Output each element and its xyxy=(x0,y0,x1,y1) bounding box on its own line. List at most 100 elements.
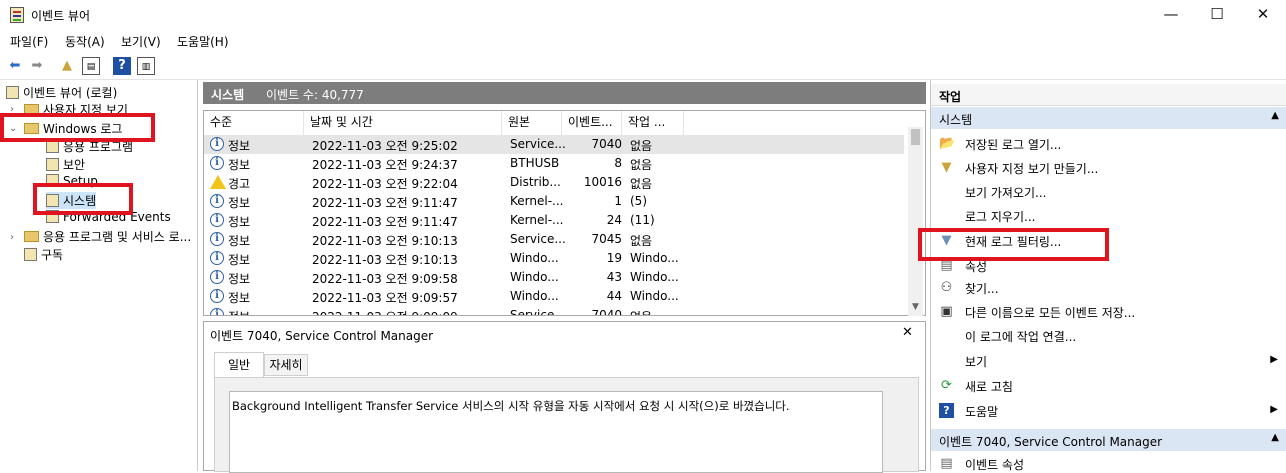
detail-close-icon[interactable]: ✕ xyxy=(902,325,913,340)
action-view[interactable]: 보기 xyxy=(965,353,987,370)
row-task: 없음 xyxy=(630,234,653,248)
table-row[interactable]: i 정보 2022-11-03 오전 9:09:09 Service... 7040 없음 xyxy=(204,306,904,316)
action-refresh[interactable]: 새로 고침 xyxy=(965,378,1013,395)
row-task: (11) xyxy=(630,213,655,227)
table-row[interactable]: i 정보 2022-11-03 오전 9:11:47 Kernel-... 24 (11) xyxy=(204,211,904,230)
toolbar: ⬅ ➡ ▲ ▤ ? ▥ xyxy=(0,52,1286,80)
tab-general[interactable]: 일반 xyxy=(214,352,264,378)
help-icon[interactable]: ? xyxy=(113,57,131,75)
action-attach-task[interactable]: 이 로그에 작업 연결... xyxy=(965,328,1076,345)
action-help[interactable]: 도움말 xyxy=(965,403,998,420)
column-source[interactable]: 원본 xyxy=(502,111,562,135)
table-row[interactable]: i 정보 2022-11-03 오전 9:24:37 BTHUSB 8 없음 xyxy=(204,154,904,173)
show-action-pane-icon[interactable]: ▥ xyxy=(137,57,155,75)
action-clear-log[interactable]: 로그 지우기... xyxy=(965,208,1035,225)
table-row[interactable]: i 정보 2022-11-03 오전 9:11:47 Kernel-... 1 (5) xyxy=(204,192,904,211)
row-source: Kernel-... xyxy=(510,194,564,208)
info-icon: i xyxy=(210,308,224,315)
actions-section-system[interactable]: 시스템 ▲ xyxy=(931,107,1286,129)
tree-item-security[interactable]: 보안 xyxy=(46,156,85,173)
menu-action[interactable]: 동작(A) xyxy=(65,33,105,50)
row-source: Service... xyxy=(510,308,566,316)
action-create-custom-view[interactable]: 사용자 지정 보기 만들기... xyxy=(965,160,1098,177)
menu-help[interactable]: 도움말(H) xyxy=(177,33,229,50)
row-task: 없음 xyxy=(630,308,652,315)
row-date: 2022-11-03 오전 9:09:58 xyxy=(312,272,458,286)
title-bar: 이벤트 뷰어 — ☐ ✕ xyxy=(0,0,1286,30)
info-icon: i xyxy=(210,137,224,151)
action-find[interactable]: 찾기... xyxy=(965,280,999,297)
refresh-icon: ⟳ xyxy=(941,378,952,393)
row-date: 2022-11-03 오전 9:24:37 xyxy=(312,158,458,172)
row-level: 정보 xyxy=(228,196,251,210)
row-source: Windo... xyxy=(510,270,559,284)
action-import-view[interactable]: 보기 가져오기... xyxy=(965,184,1047,201)
back-arrow-icon[interactable]: ⬅ xyxy=(6,57,24,75)
detail-title: 이벤트 7040, Service Control Manager xyxy=(210,329,434,343)
event-message: Background Intelligent Transfer Service … xyxy=(232,399,790,413)
row-source: Windo... xyxy=(510,251,559,265)
event-message-box[interactable]: Background Intelligent Transfer Service … xyxy=(229,391,883,473)
menu-view[interactable]: 보기(V) xyxy=(121,33,161,50)
collapse-icon[interactable]: ▲ xyxy=(1271,432,1279,443)
action-event-properties[interactable]: 이벤트 속성 xyxy=(965,456,1024,473)
row-date: 2022-11-03 오전 9:09:09 xyxy=(312,308,458,315)
table-row[interactable]: 경고 2022-11-03 오전 9:22:04 Distrib... 10016 없음 xyxy=(204,173,904,192)
actions-section-event[interactable]: 이벤트 7040, Service Control Manager ▲ xyxy=(931,429,1286,451)
vertical-scrollbar[interactable]: ▲ ▼ xyxy=(908,127,923,316)
menu-file[interactable]: 파일(F) xyxy=(10,33,48,50)
info-icon: i xyxy=(210,194,224,208)
row-date: 2022-11-03 오전 9:11:47 xyxy=(312,196,458,210)
row-event-id: 44 xyxy=(606,289,622,303)
table-row[interactable]: i 정보 2022-11-03 오전 9:09:58 Windo... 43 Windo.… xyxy=(204,268,904,287)
tree-item-subscriptions[interactable]: 구독 xyxy=(24,246,63,263)
row-event-id: 8 xyxy=(614,156,622,170)
table-row[interactable]: i 정보 2022-11-03 오전 9:09:57 Windo... 44 Windo.… xyxy=(204,287,904,306)
row-source: Service... xyxy=(510,137,566,151)
scroll-thumb[interactable] xyxy=(911,129,920,145)
subscription-icon xyxy=(24,248,37,261)
action-save-all-events[interactable]: 다른 이름으로 모든 이벤트 저장... xyxy=(965,304,1135,321)
menu-bar: 파일(F) 동작(A) 보기(V) 도움말(H) xyxy=(0,30,1286,52)
event-properties-icon: ▤ xyxy=(940,456,953,471)
maximize-button[interactable]: ☐ xyxy=(1194,0,1240,30)
action-open-saved-log[interactable]: 저장된 로그 열기... xyxy=(965,136,1061,153)
log-header: 시스템 이벤트 수: 40,777 xyxy=(203,82,926,104)
up-folder-icon[interactable]: ▲ xyxy=(58,57,76,75)
row-source: Kernel-... xyxy=(510,213,564,227)
log-icon xyxy=(46,158,59,171)
window-title: 이벤트 뷰어 xyxy=(31,9,91,23)
tree-item-apps-services[interactable]: 응용 프로그램 및 서비스 로... xyxy=(24,228,191,245)
column-task[interactable]: 작업 ... xyxy=(622,111,684,135)
column-event-id[interactable]: 이벤트... xyxy=(562,111,622,135)
submenu-arrow-icon: ▶ xyxy=(1270,354,1278,365)
highlight-box-filter-log xyxy=(918,228,1109,261)
scroll-down-icon[interactable]: ▼ xyxy=(908,298,923,316)
table-row[interactable]: i 정보 2022-11-03 오전 9:10:13 Service... 7045 없음 xyxy=(204,230,904,249)
tree-item-root[interactable]: 이벤트 뷰어 (로컬) xyxy=(6,84,117,101)
show-hide-tree-icon[interactable]: ▤ xyxy=(82,57,100,75)
highlight-box-system xyxy=(33,183,133,215)
actions-header: 작업 xyxy=(931,84,1286,106)
column-level[interactable]: 수준 xyxy=(204,111,304,135)
forward-arrow-icon[interactable]: ➡ xyxy=(28,57,46,75)
row-date: 2022-11-03 오전 9:09:57 xyxy=(312,291,458,305)
row-source: Service... xyxy=(510,232,566,246)
collapse-icon[interactable]: ▲ xyxy=(1271,110,1279,121)
close-button[interactable]: ✕ xyxy=(1240,0,1286,30)
minimize-button[interactable]: — xyxy=(1148,0,1194,30)
table-row[interactable]: i 정보 2022-11-03 오전 9:25:02 Service... 7040 없음 xyxy=(204,135,904,154)
chevron-right-icon[interactable]: › xyxy=(10,232,14,243)
row-task: 없음 xyxy=(630,158,653,172)
warning-icon xyxy=(210,175,226,189)
tab-details[interactable]: 자세히 xyxy=(264,354,308,376)
row-date: 2022-11-03 오전 9:10:13 xyxy=(312,234,458,248)
row-event-id: 24 xyxy=(606,213,622,227)
event-detail-pane: 이벤트 7040, Service Control Manager ✕ 일반 자… xyxy=(203,321,926,473)
folder-icon xyxy=(24,231,39,242)
column-date[interactable]: 날짜 및 시간 xyxy=(304,111,502,135)
table-row[interactable]: i 정보 2022-11-03 오전 9:10:13 Windo... 19 Windo.… xyxy=(204,249,904,268)
info-icon: i xyxy=(210,232,224,246)
log-name: 시스템 xyxy=(211,88,245,102)
row-event-id: 7040 xyxy=(591,308,622,316)
